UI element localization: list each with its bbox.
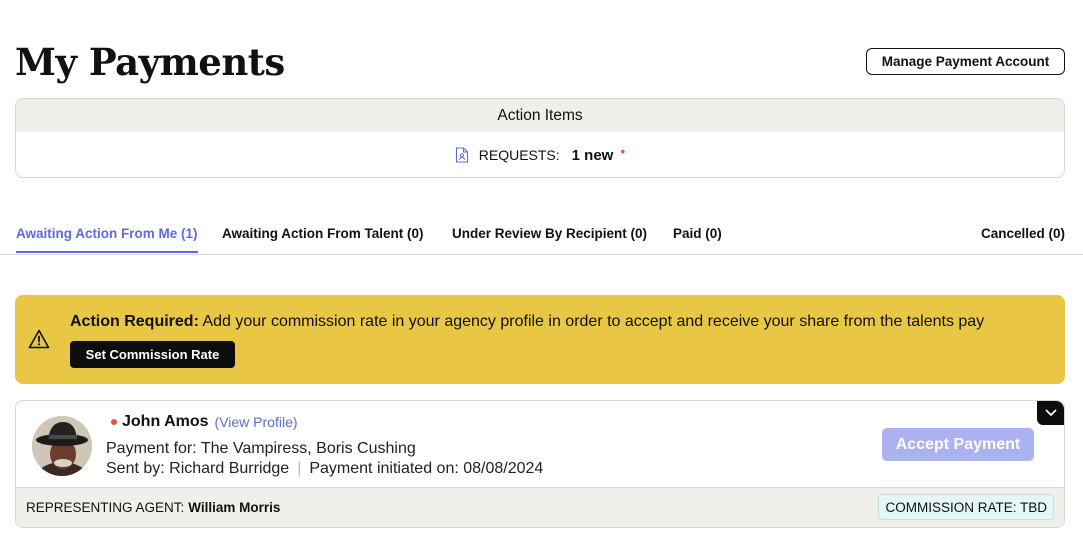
agent-name: William Morris	[188, 500, 281, 515]
payment-card: John Amos (View Profile) Payment for: Th…	[15, 400, 1065, 528]
sent-by-row: Sent by: Richard Burridge | Payment init…	[106, 460, 543, 478]
talent-name: John Amos	[122, 413, 209, 430]
talent-name-row: John Amos (View Profile)	[111, 413, 298, 431]
accept-payment-button[interactable]: Accept Payment	[882, 428, 1034, 461]
manage-payment-account-button[interactable]: Manage Payment Account	[866, 48, 1065, 75]
action-required-alert: Action Required: Add your commission rat…	[15, 295, 1065, 384]
payment-status-tabs: Awaiting Action From Me (1) Awaiting Act…	[0, 222, 1083, 255]
card-footer: REPRESENTING AGENT: William Morris COMMIS…	[16, 487, 1064, 527]
set-commission-rate-button[interactable]: Set Commission Rate	[70, 341, 235, 368]
requests-label: REQUESTS:	[478, 147, 560, 163]
tab-paid[interactable]: Paid (0)	[673, 226, 722, 251]
new-status-dot	[111, 419, 117, 425]
new-indicator-dot: •	[620, 143, 626, 159]
sent-by-text: Sent by: Richard Burridge	[106, 460, 290, 477]
tab-under-review-by-recipient[interactable]: Under Review By Recipient (0)	[452, 226, 647, 251]
payment-for-text: Payment for: The Vampiress, Boris Cushin…	[106, 440, 416, 457]
alert-title: Action Required:	[70, 313, 199, 330]
chevron-down-icon	[1045, 409, 1056, 416]
requests-row[interactable]: REQUESTS: 1 new •	[16, 132, 1064, 177]
warning-icon	[28, 329, 50, 349]
page-title: My Payments	[15, 40, 285, 84]
request-document-icon	[455, 147, 468, 163]
alert-body: Add your commission rate in your agency …	[198, 313, 985, 330]
talent-photo	[32, 416, 92, 476]
action-items-panel: Action Items REQUESTS: 1 new •	[15, 98, 1065, 178]
expand-toggle[interactable]	[1037, 401, 1064, 425]
avatar	[32, 416, 92, 476]
tab-awaiting-action-from-talent[interactable]: Awaiting Action From Talent (0)	[222, 226, 424, 251]
payment-initiated-text: Payment initiated on: 08/08/2024	[309, 460, 544, 477]
agent-label: REPRESENTING AGENT:	[26, 500, 185, 515]
tab-awaiting-action-from-me[interactable]: Awaiting Action From Me (1)	[16, 226, 198, 253]
commission-rate-badge: COMMISSION RATE: TBD	[878, 494, 1054, 520]
action-items-heading: Action Items	[16, 99, 1064, 132]
representing-agent: REPRESENTING AGENT: William Morris	[26, 500, 280, 515]
view-profile-link[interactable]: (View Profile)	[215, 414, 298, 430]
requests-count: 1 new	[571, 146, 614, 164]
tab-cancelled[interactable]: Cancelled (0)	[981, 226, 1065, 251]
separator: |	[297, 460, 302, 477]
alert-message: Action Required: Add your commission rat…	[70, 313, 984, 331]
